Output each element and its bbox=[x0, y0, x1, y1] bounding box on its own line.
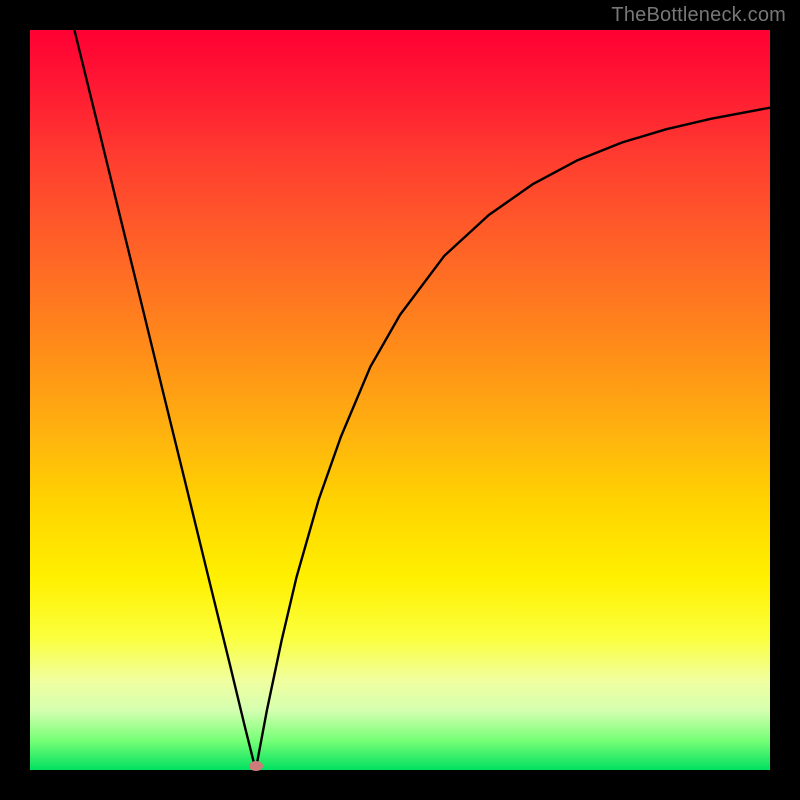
plot-area bbox=[30, 30, 770, 770]
bottleneck-curve bbox=[74, 30, 770, 770]
watermark-text: TheBottleneck.com bbox=[611, 4, 786, 27]
curve-layer bbox=[30, 30, 770, 770]
chart-frame: TheBottleneck.com bbox=[0, 0, 800, 800]
minimum-marker bbox=[249, 761, 263, 771]
